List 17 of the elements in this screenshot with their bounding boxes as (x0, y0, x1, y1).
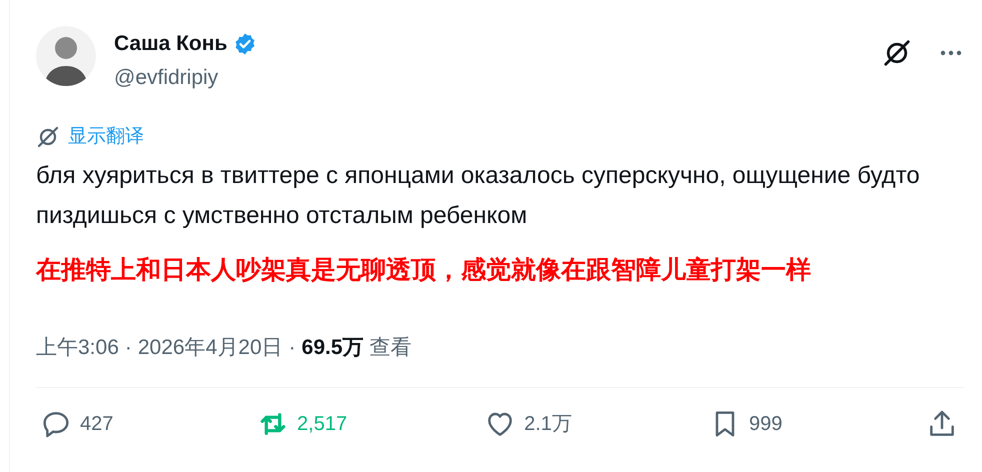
tweet-time[interactable]: 上午3:06 (36, 332, 119, 363)
like-button[interactable]: 2.1万 (484, 408, 572, 440)
bookmark-button[interactable]: 999 (708, 408, 789, 440)
tweet-date[interactable]: 2026年4月20日 (138, 332, 283, 363)
slashed-circle-icon (36, 125, 60, 150)
separator-dot: · (124, 334, 132, 360)
avatar[interactable] (36, 26, 96, 86)
separator-dot: · (288, 334, 296, 360)
reply-button[interactable]: 427 (40, 408, 120, 440)
view-count: 69.5万 (302, 334, 364, 360)
more-button[interactable] (940, 50, 962, 56)
views-label: 查看 (370, 334, 412, 360)
tweet-text: бля хуяриться в твиттере с японцами оказалось суперскучно, ощущение будто пиздишься с умственно отсталым ребенком (36, 160, 921, 230)
author-handle[interactable]: @evfidripiy (114, 62, 882, 93)
caption-text: 在推特上和日本人吵架真是无聊透顶，感觉就像在跟智障儿童打架一样 (36, 254, 812, 286)
more-icon (940, 50, 962, 56)
author-name[interactable]: Саша Конь (114, 28, 228, 60)
